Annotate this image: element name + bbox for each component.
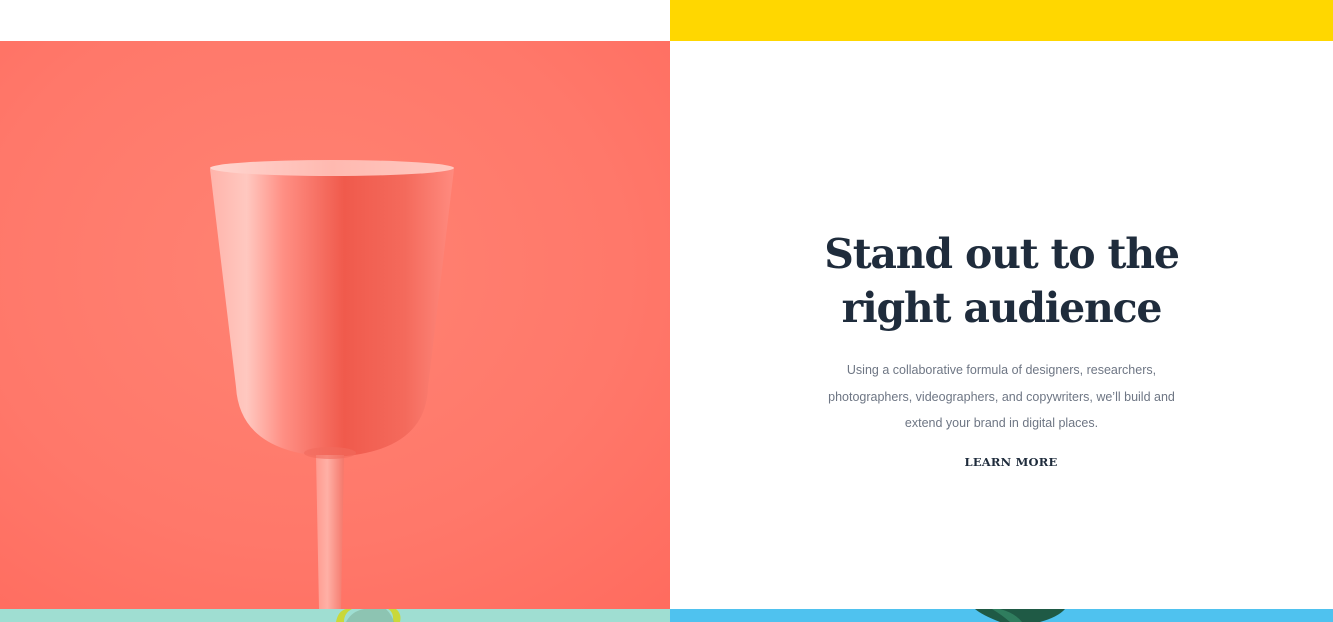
hero-title-line-2: right audience [841,284,1163,332]
content-panel: Stand out to the right audience Using a … [670,41,1333,609]
hero-title: Stand out to the right audience [670,227,1333,335]
bottom-sky-image-strip [670,609,1333,622]
top-left-band [0,0,670,41]
hero-wine-glass-image [0,41,670,609]
hero-description-line-3: extend your brand in digital places. [904,416,1099,430]
hero-title-line-1: Stand out to the [824,230,1180,278]
learn-more-link[interactable]: LEARN MORE [946,455,1076,469]
learn-more-text: LEARN MORE [964,455,1058,469]
bottom-mint-image-strip [0,609,670,622]
hero-description-line-2: photographers, videographers, and copywr… [828,389,1175,404]
top-yellow-band [670,0,1333,41]
hero-description: Using a collaborative formula of designe… [670,357,1333,437]
hero-description-line-1: Using a collaborative formula of designe… [846,363,1157,377]
learn-more-label: LEARN MORE [961,455,1061,469]
